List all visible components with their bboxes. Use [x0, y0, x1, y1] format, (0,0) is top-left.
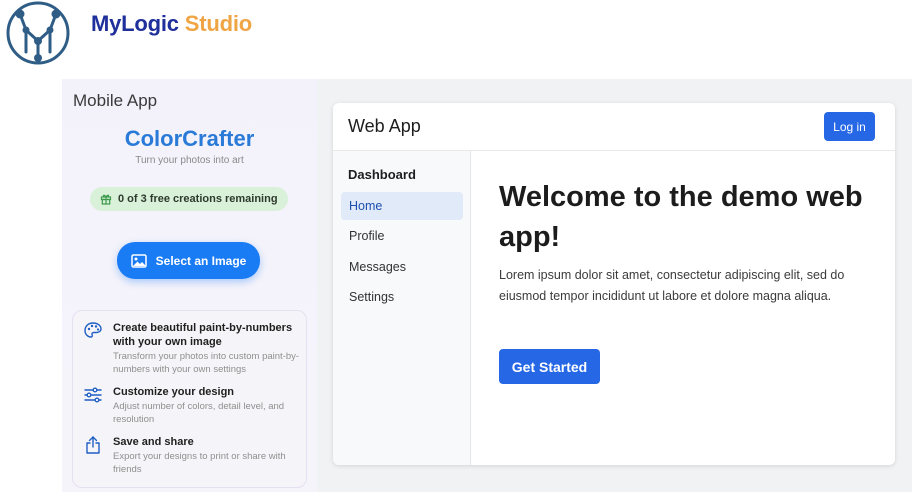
- network-nodes-logo-icon: [6, 1, 70, 65]
- feature-description: Export your designs to print or share wi…: [113, 451, 286, 475]
- sidebar-heading: Dashboard: [348, 167, 416, 182]
- gift-icon: [100, 194, 112, 205]
- welcome-heading: Welcome to the demo web app!: [499, 181, 863, 253]
- web-sidebar: Dashboard Home Profile Messages Settings: [333, 151, 471, 465]
- image-icon: [130, 253, 147, 268]
- share-icon: [86, 436, 100, 454]
- sidebar-item-home[interactable]: Home: [341, 192, 463, 220]
- web-app-window: Web App Log in Dashboard Home Profile Me…: [333, 103, 895, 465]
- mobile-section-title: Mobile App: [73, 91, 158, 110]
- credits-text: 0 of 3 free creations remaining: [118, 193, 278, 205]
- select-image-label: Select an Image: [155, 253, 247, 268]
- brand-name-primary: MyLogic: [91, 11, 179, 36]
- web-app-title: Web App: [348, 116, 421, 136]
- login-button[interactable]: Log in: [824, 112, 875, 141]
- brand-name-accent: Studio: [184, 11, 252, 36]
- select-image-button[interactable]: Select an Image: [117, 242, 260, 279]
- brand-name: MyLogic Studio: [91, 11, 252, 37]
- features-card: Create beautiful paint-by-numbers with y…: [72, 310, 307, 488]
- palette-icon: [84, 322, 102, 338]
- mobile-app-panel: Mobile App ColorCrafter Turn your photos…: [62, 79, 317, 492]
- body-text: Lorem ipsum dolor sit amet, consectetur …: [499, 268, 845, 303]
- app-tagline: Turn your photos into art: [135, 155, 244, 166]
- feature-title: Save and share: [113, 436, 194, 448]
- feature-description: Transform your photos into custom paint-…: [113, 351, 300, 375]
- sidebar-item-profile[interactable]: Profile: [341, 222, 463, 250]
- feature-title: Customize your design: [113, 386, 235, 398]
- sidebar-item-messages[interactable]: Messages: [341, 253, 463, 281]
- web-header: Web App Log in: [333, 103, 895, 151]
- sliders-icon: [84, 387, 102, 403]
- app-name: ColorCrafter: [124, 126, 255, 151]
- get-started-button[interactable]: Get Started: [499, 349, 600, 384]
- feature-title: Create beautiful paint-by-numbers with y…: [113, 322, 293, 348]
- feature-description: Adjust number of colors, detail level, a…: [113, 401, 285, 425]
- sidebar-item-settings[interactable]: Settings: [341, 283, 463, 311]
- credits-badge: 0 of 3 free creations remaining: [90, 187, 288, 211]
